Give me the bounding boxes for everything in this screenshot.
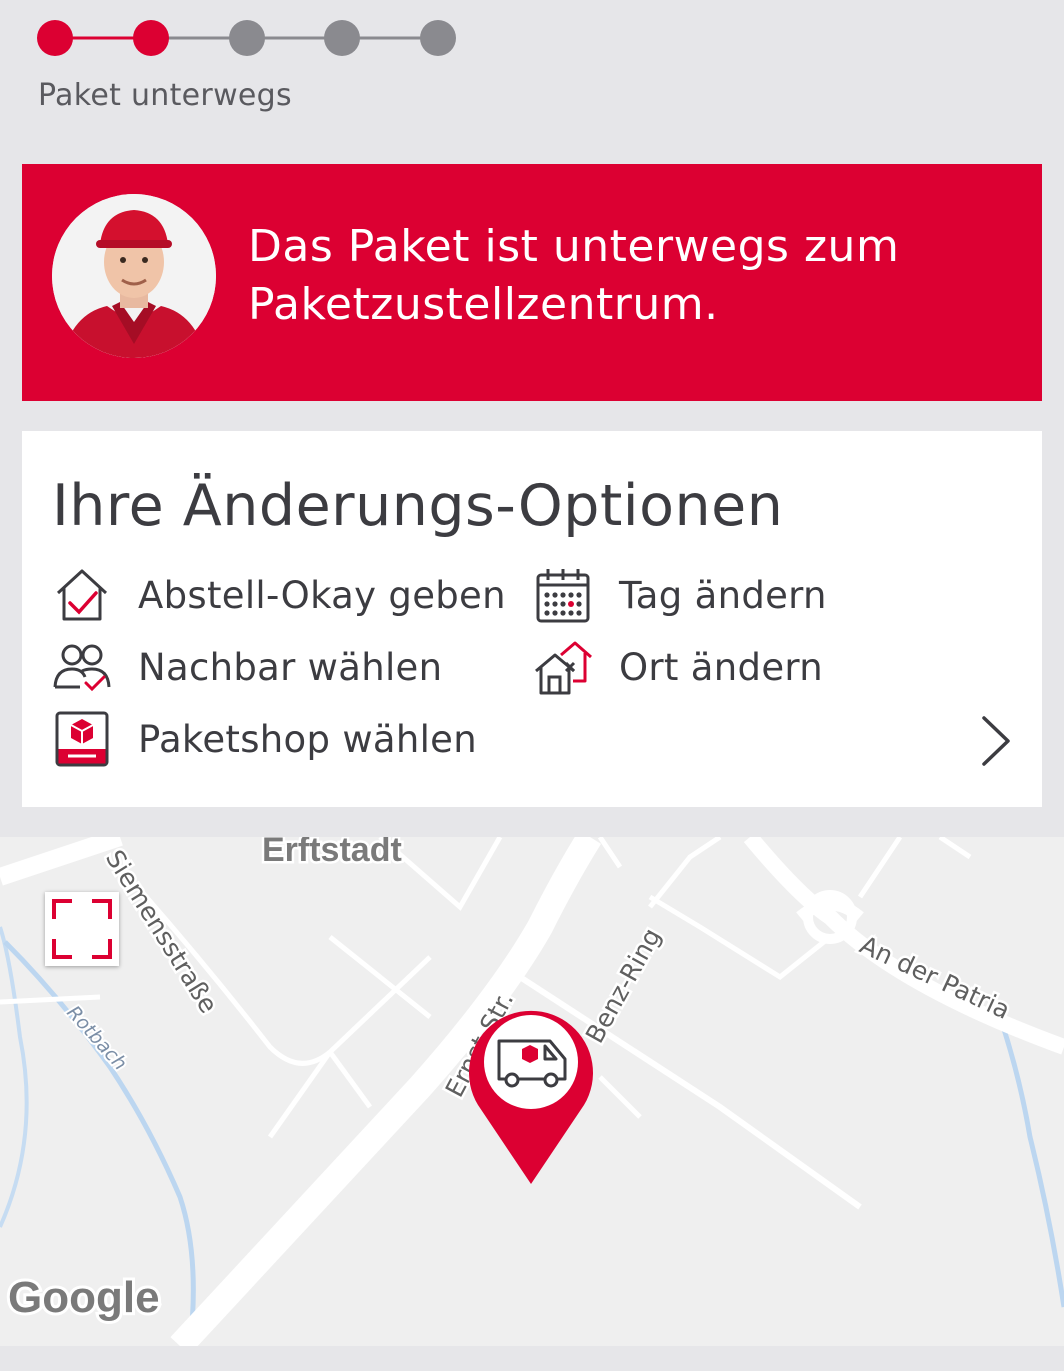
option-neighbor[interactable]: Nachbar wählen (52, 637, 442, 697)
progress-step-5 (420, 20, 456, 56)
option-change-day[interactable]: Tag ändern (533, 565, 827, 625)
chevron-right-icon[interactable] (978, 714, 1014, 768)
option-change-location[interactable]: Ort ändern (533, 637, 823, 697)
fullscreen-icon (52, 899, 112, 959)
tracking-map[interactable]: Erftstadt Siemensstraße Benz-Ring An der… (0, 837, 1064, 1346)
fullscreen-button[interactable] (45, 892, 119, 966)
map-label-city: Erftstadt (262, 837, 402, 869)
option-parcelshop[interactable]: Paketshop wählen (52, 709, 477, 769)
bottom-strip (0, 1346, 1064, 1371)
change-options-card: Ihre Änderungs-Optionen Abstell-Okay geb… (22, 431, 1042, 807)
house-check-icon (56, 569, 108, 621)
progress-step-4 (324, 20, 360, 56)
progress-step-3 (229, 20, 265, 56)
neighbors-icon (53, 644, 111, 692)
parcelshop-icon (55, 711, 109, 767)
progress-step-2 (133, 20, 169, 56)
status-message: Das Paket ist unterwegs zum Paketzustell… (248, 221, 900, 330)
option-safe-place[interactable]: Abstell-Okay geben (52, 565, 506, 625)
calendar-icon (536, 569, 590, 623)
courier-avatar (52, 194, 216, 358)
google-attribution: Google (8, 1273, 160, 1322)
options-title: Ihre Änderungs-Optionen (52, 473, 784, 539)
progress-step-1 (37, 20, 73, 56)
status-label: Paket unterwegs (38, 78, 292, 113)
status-banner: Das Paket ist unterwegs zum Paketzustell… (22, 164, 1042, 401)
progress-tracker: Paket unterwegs (0, 0, 1064, 160)
house-change-icon (535, 641, 592, 695)
